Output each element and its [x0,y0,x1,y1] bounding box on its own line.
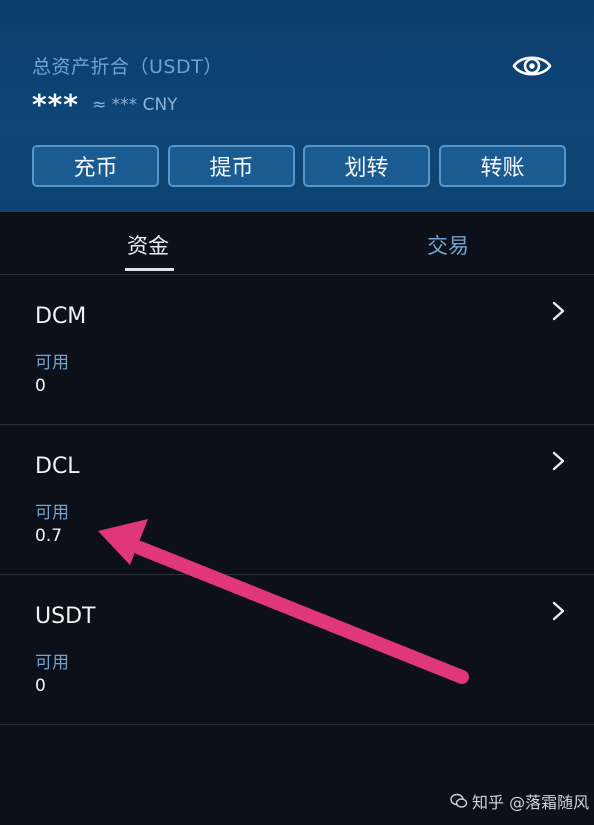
withdraw-button[interactable]: 提币 [168,145,295,187]
available-amount: 0 [35,676,46,696]
action-buttons: 充币 提币 划转 转账 [32,145,570,189]
tab-funds[interactable]: 资金 [127,230,169,260]
available-amount: 0.7 [35,526,63,546]
chevron-right-icon[interactable] [548,450,568,472]
active-tab-indicator [125,268,174,271]
chevron-right-icon[interactable] [548,600,568,622]
asset-name: USDT [35,604,96,629]
asset-tabs: 资金 交易 [0,212,594,275]
send-button[interactable]: 转账 [439,145,566,187]
asset-row-dcm[interactable]: DCM 可用 0 [0,274,594,425]
asset-row-usdt[interactable]: USDT 可用 0 [0,574,594,725]
eye-icon[interactable] [512,52,552,80]
available-label: 可用 [35,353,69,373]
available-label: 可用 [35,653,69,673]
asset-row-dcl[interactable]: DCL 可用 0.7 [0,424,594,575]
chevron-right-icon[interactable] [548,300,568,322]
total-assets-label: 总资产折合（USDT） [32,56,223,78]
total-assets-row: *** ≈ *** CNY [32,88,178,121]
watermark-text: 知乎 @落霜随风 [472,793,590,812]
available-label: 可用 [35,503,69,523]
total-assets-value: *** [32,88,79,121]
asset-name: DCL [35,454,80,479]
asset-name: DCM [35,304,87,329]
available-amount: 0 [35,376,46,396]
transfer-button[interactable]: 划转 [303,145,430,187]
deposit-button[interactable]: 充币 [32,145,159,187]
total-assets-cny: ≈ *** CNY [92,94,178,115]
wechat-icon [450,793,468,808]
watermark: 知乎 @落霜随风 [450,789,589,813]
tab-trade[interactable]: 交易 [427,230,469,260]
asset-header: 总资产折合（USDT） *** ≈ *** CNY 充币 提币 划转 转账 [0,0,594,212]
